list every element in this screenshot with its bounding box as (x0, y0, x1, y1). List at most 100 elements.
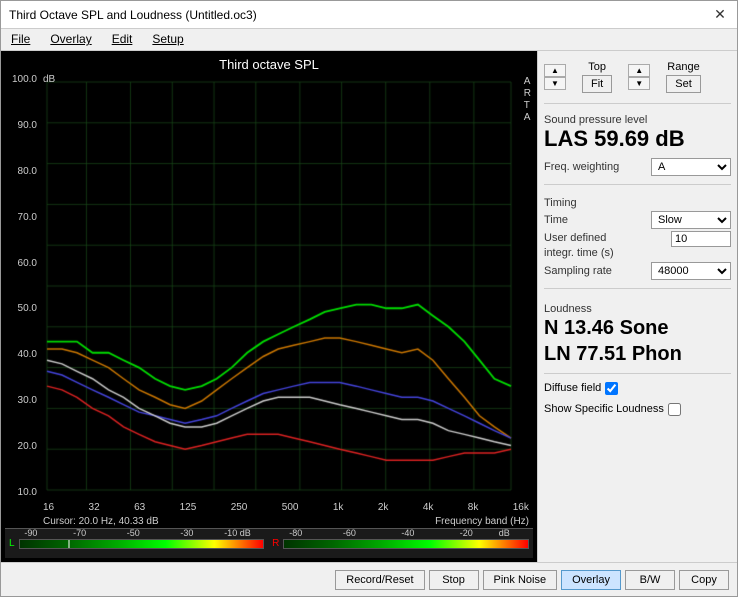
x-63: 63 (134, 502, 145, 513)
L-marker (68, 540, 70, 548)
x-axis-area: 16 32 63 125 250 500 1k 2k 4k 8k 16k (5, 500, 533, 515)
loudness-ln: LN 77.51 Phon (544, 341, 731, 367)
top-up-button[interactable]: ▲ (544, 64, 566, 77)
set-button[interactable]: Set (666, 75, 701, 93)
range-up-button[interactable]: ▲ (628, 64, 650, 77)
x-500: 500 (282, 502, 299, 513)
close-button[interactable]: ✕ (711, 6, 729, 24)
x-125: 125 (180, 502, 197, 513)
range-label-group: Range Set (666, 61, 701, 93)
divider-2 (544, 184, 731, 185)
chart-wrapper: 100.0 90.0 80.0 70.0 60.0 50.0 40.0 30.0… (5, 72, 533, 500)
cursor-info: Cursor: 20.0 Hz, 40.33 dB Frequency band… (5, 515, 533, 528)
y-label-100: 100.0 (12, 74, 37, 85)
time-row: Time Slow Fast Impulse (544, 211, 731, 229)
show-specific-checkbox[interactable] (668, 403, 681, 416)
show-specific-row: Show Specific Loudness (544, 403, 731, 416)
arta-label: ARTA (524, 76, 531, 124)
x-8k: 8k (468, 502, 479, 513)
x-16: 16 (43, 502, 54, 513)
x-4k: 4k (423, 502, 434, 513)
copy-button[interactable]: Copy (679, 570, 729, 590)
freq-weighting-select[interactable]: A B C Z (651, 158, 731, 176)
menu-overlay[interactable]: Overlay (44, 31, 97, 48)
top-down-button[interactable]: ▼ (544, 77, 566, 90)
chart-container: Third octave SPL 100.0 90.0 80.0 70.0 60… (1, 51, 537, 562)
record-reset-button[interactable]: Record/Reset (335, 570, 424, 590)
content-area: Third octave SPL 100.0 90.0 80.0 70.0 60… (1, 51, 737, 562)
sampling-rate-label: Sampling rate (544, 265, 612, 277)
timing-label: Timing (544, 197, 731, 209)
time-label: Time (544, 214, 568, 226)
diffuse-field-checkbox[interactable] (605, 382, 618, 395)
R-bar: -80 -60 -40 -20 dB (283, 539, 529, 549)
top-range-controls: ▲ ▼ Top Fit ▲ ▼ Range Set (544, 57, 731, 97)
y-label-10: 10.0 (18, 487, 37, 498)
y-label-20: 20.0 (18, 441, 37, 452)
y-label-60: 60.0 (18, 258, 37, 269)
fit-button[interactable]: Fit (582, 75, 612, 93)
x-1k: 1k (333, 502, 344, 513)
range-spin-buttons: ▲ ▼ (628, 64, 650, 90)
R-label: R (272, 538, 279, 549)
menu-bar: File Overlay Edit Setup (1, 29, 737, 51)
x-2k: 2k (378, 502, 389, 513)
timing-section: Timing Time Slow Fast Impulse User defin… (544, 193, 731, 282)
x-32: 32 (89, 502, 100, 513)
overlay-button[interactable]: Overlay (561, 570, 621, 590)
x-axis-labels: 16 32 63 125 250 500 1k 2k 4k 8k 16k (39, 502, 533, 513)
y-label-70: 70.0 (18, 212, 37, 223)
x-16k: 16k (513, 502, 529, 513)
chart-inner: Third octave SPL 100.0 90.0 80.0 70.0 60… (5, 55, 533, 558)
divider-1 (544, 103, 731, 104)
pink-noise-button[interactable]: Pink Noise (483, 570, 558, 590)
chart-canvas-area: ARTA dB (39, 72, 533, 500)
menu-setup[interactable]: Setup (146, 31, 189, 48)
user-defined-input[interactable] (671, 231, 731, 247)
db-axis-label: dB (43, 74, 55, 85)
range-down-button[interactable]: ▼ (628, 77, 650, 90)
top-spin-pair: ▲ ▼ (544, 64, 566, 90)
diffuse-field-row: Diffuse field (544, 382, 731, 395)
x-250: 250 (231, 502, 248, 513)
top-spin-buttons: ▲ ▼ (544, 64, 566, 90)
spl-section: Sound pressure level LAS 59.69 dB (544, 110, 731, 152)
top-label-group: Top Fit (582, 61, 612, 93)
freq-band-label: Frequency band (Hz) (435, 516, 529, 527)
title-bar: Third Octave SPL and Loudness (Untitled.… (1, 1, 737, 29)
window-title: Third Octave SPL and Loudness (Untitled.… (9, 8, 257, 22)
top-label: Top (588, 61, 606, 73)
show-specific-label: Show Specific Loudness (544, 403, 664, 415)
sampling-rate-row: Sampling rate 48000 44100 96000 (544, 262, 731, 280)
loudness-n: N 13.46 Sone (544, 315, 731, 341)
main-window: Third Octave SPL and Loudness (Untitled.… (0, 0, 738, 597)
y-label-30: 30.0 (18, 395, 37, 406)
db-bar: L -90 -70 -50 -30 -10 dB R -80 -60 -40 (5, 528, 533, 558)
user-defined-label: User defined integr. time (s) (544, 231, 634, 260)
menu-edit[interactable]: Edit (106, 31, 139, 48)
range-label: Range (667, 61, 699, 73)
y-axis-labels: 100.0 90.0 80.0 70.0 60.0 50.0 40.0 30.0… (5, 72, 39, 500)
right-panel: ▲ ▼ Top Fit ▲ ▼ Range Set (537, 51, 737, 562)
y-label-50: 50.0 (18, 303, 37, 314)
loudness-section: Loudness N 13.46 Sone LN 77.51 Phon (544, 299, 731, 367)
divider-4 (544, 373, 731, 374)
stop-button[interactable]: Stop (429, 570, 479, 590)
cursor-label: Cursor: 20.0 Hz, 40.33 dB (43, 516, 159, 527)
freq-weighting-label: Freq. weighting (544, 161, 619, 173)
y-label-80: 80.0 (18, 166, 37, 177)
sampling-rate-select[interactable]: 48000 44100 96000 (651, 262, 731, 280)
cursor-value: 20.0 Hz, 40.33 dB (79, 516, 159, 527)
bw-button[interactable]: B/W (625, 570, 675, 590)
menu-file[interactable]: File (5, 31, 36, 48)
y-label-90: 90.0 (18, 120, 37, 131)
diffuse-field-label: Diffuse field (544, 382, 601, 394)
x-axis-spacer (5, 502, 39, 513)
L-bar: -90 -70 -50 -30 -10 dB (19, 539, 265, 549)
bottom-buttons: Record/Reset Stop Pink Noise Overlay B/W… (1, 562, 737, 596)
chart-canvas (39, 72, 533, 500)
time-select[interactable]: Slow Fast Impulse (651, 211, 731, 229)
spl-value: LAS 59.69 dB (544, 126, 731, 152)
range-spin-pair: ▲ ▼ (628, 64, 650, 90)
L-label: L (9, 538, 15, 549)
